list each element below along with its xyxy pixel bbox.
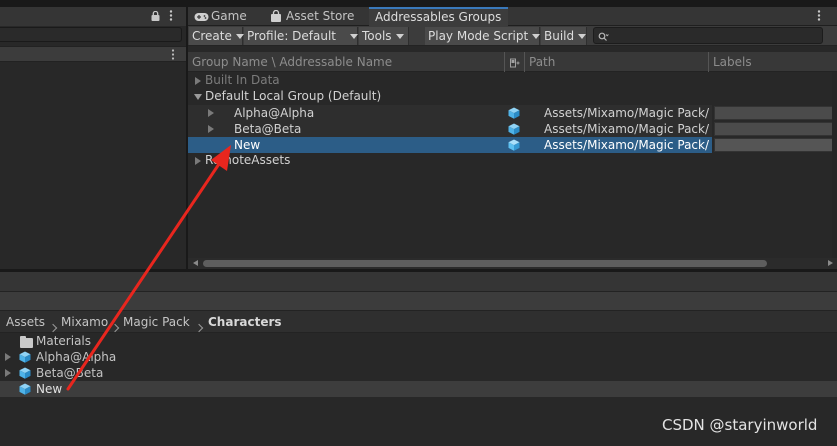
- annotation-arrow: [66, 145, 231, 391]
- watermark-text: CSDN @staryinworld: [662, 416, 818, 434]
